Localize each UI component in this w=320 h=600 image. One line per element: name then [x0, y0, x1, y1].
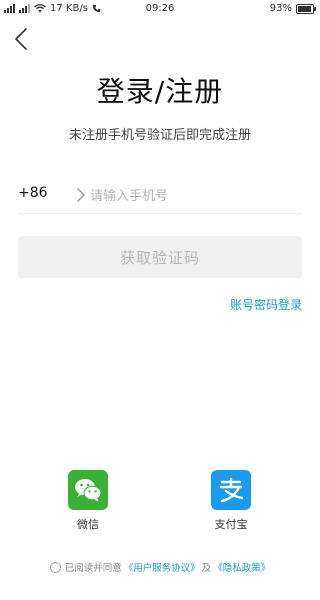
- chevron-right-icon[interactable]: [76, 187, 86, 203]
- wechat-login[interactable]: 微信: [58, 470, 118, 532]
- back-button[interactable]: [10, 26, 34, 52]
- chevron-left-icon: [15, 28, 27, 50]
- get-verification-code-button[interactable]: 获取验证码: [18, 236, 302, 278]
- agreement-row: 已阅读并同意 《用户服务协议》 及 《隐私政策》: [0, 560, 320, 574]
- agreement-and: 及: [201, 563, 212, 574]
- wechat-label: 微信: [77, 518, 99, 531]
- phone-number-input[interactable]: [88, 180, 292, 212]
- agreement-prefix: 已阅读并同意: [64, 563, 122, 574]
- battery-icon: [296, 3, 316, 14]
- password-login-link[interactable]: 账号密码登录: [230, 296, 302, 313]
- page-title: 登录/注册: [96, 75, 224, 108]
- privacy-policy-link[interactable]: 《隐私政策》: [213, 560, 270, 574]
- battery-fill: [298, 5, 312, 12]
- user-agreement-link[interactable]: 《用户服务协议》: [124, 560, 200, 574]
- battery-percent: 93%: [269, 3, 292, 14]
- alipay-label: 支付宝: [214, 518, 248, 531]
- alipay-icon[interactable]: [211, 470, 251, 510]
- phone-input-underline: [18, 213, 302, 214]
- agreement-radio[interactable]: [49, 561, 61, 573]
- page-subtitle: 未注册手机号验证后即完成注册: [68, 128, 251, 143]
- wechat-icon[interactable]: [68, 470, 108, 510]
- status-bar: 17 KB/s 09:26 93%: [0, 0, 320, 18]
- country-code-selector[interactable]: +86: [18, 185, 48, 201]
- status-bar-right: 93%: [269, 3, 316, 14]
- phone-input-row: +86: [18, 176, 302, 214]
- alipay-login[interactable]: 支付宝: [201, 470, 261, 532]
